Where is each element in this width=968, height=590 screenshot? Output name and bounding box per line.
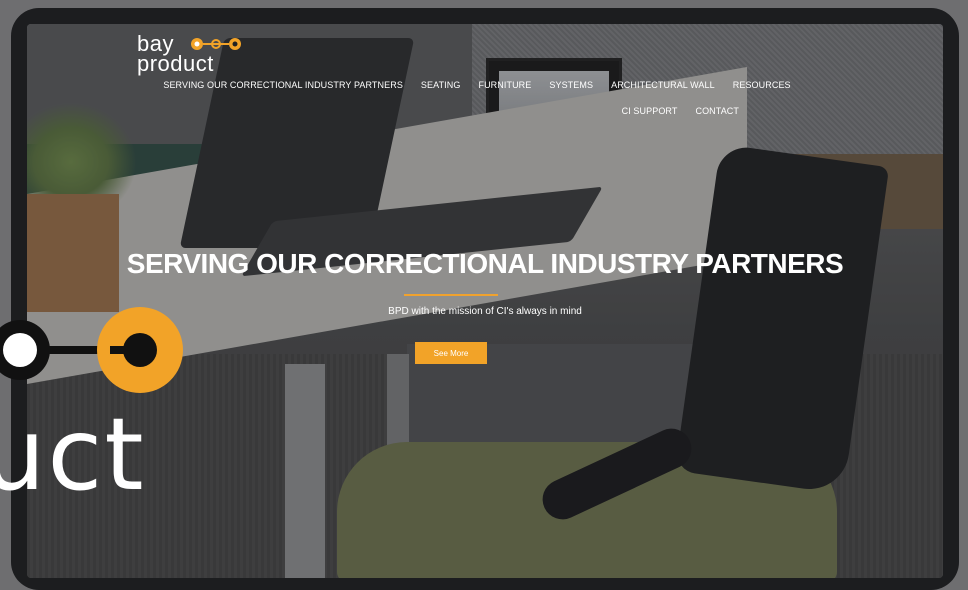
nav-item-architectural-wall[interactable]: ARCHITECTURAL WALL: [611, 80, 715, 90]
nav-item-systems[interactable]: SYSTEMS: [549, 80, 593, 90]
logo-connector-icon: [191, 38, 241, 50]
main-navigation: SERVING OUR CORRECTIONAL INDUSTRY PARTNE…: [163, 80, 790, 116]
nav-item-correctional-partners[interactable]: SERVING OUR CORRECTIONAL INDUSTRY PARTNE…: [163, 80, 403, 90]
hero-divider: [404, 294, 498, 296]
large-logo-text: uct: [0, 396, 146, 513]
hero-title: SERVING OUR CORRECTIONAL INDUSTRY PARTNE…: [126, 248, 844, 279]
nav-row-primary: SERVING OUR CORRECTIONAL INDUSTRY PARTNE…: [163, 80, 790, 90]
site-logo[interactable]: bay product: [137, 32, 267, 78]
nav-item-seating[interactable]: SEATING: [421, 80, 461, 90]
nav-item-ci-support[interactable]: CI SUPPORT: [622, 106, 678, 116]
nav-row-secondary: CI SUPPORT CONTACT: [167, 106, 787, 116]
nav-item-furniture[interactable]: FURNITURE: [478, 80, 531, 90]
nav-item-contact[interactable]: CONTACT: [695, 106, 739, 116]
logo-text-product: product: [137, 51, 214, 76]
nav-item-resources[interactable]: RESOURCES: [733, 80, 791, 90]
see-more-button[interactable]: See More: [415, 342, 487, 364]
